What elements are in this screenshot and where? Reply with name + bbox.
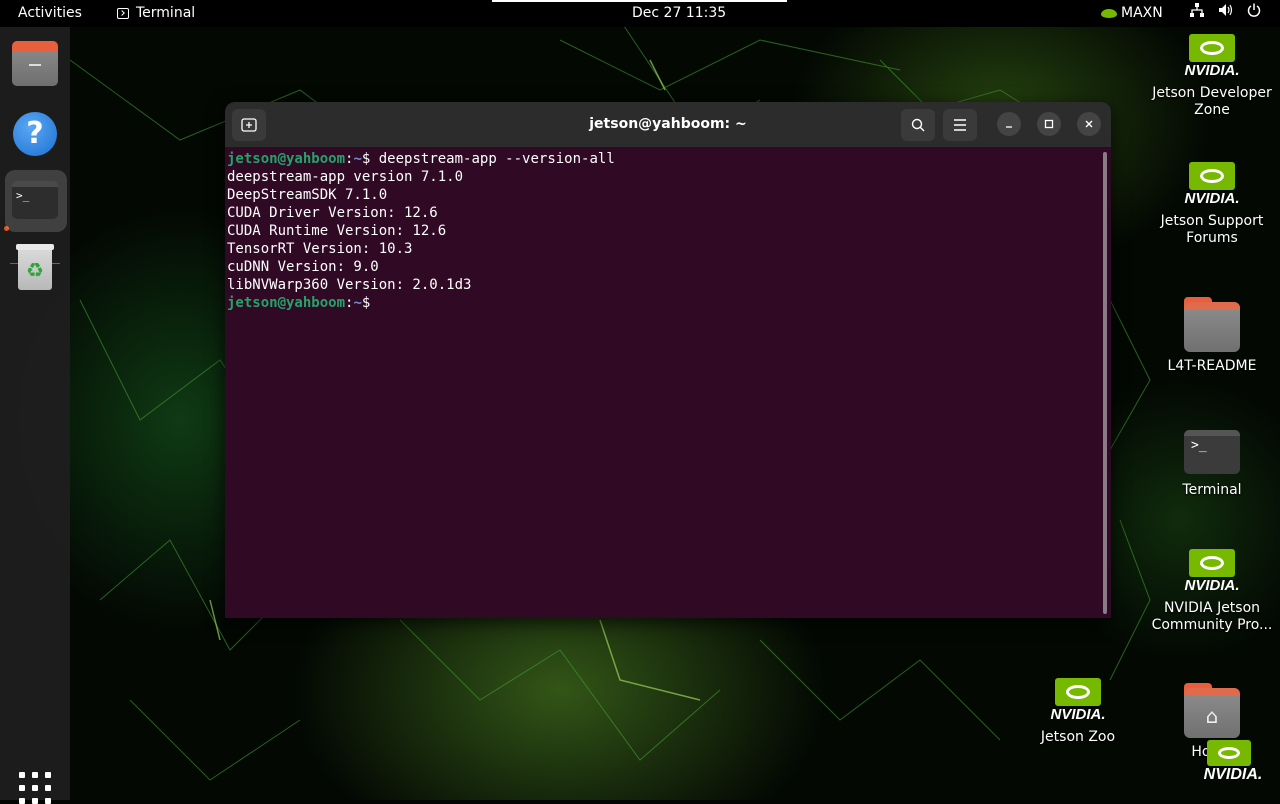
prompt-user: jetson@yahboom	[227, 151, 345, 167]
prompt-path: ~	[353, 295, 361, 311]
output-line: DeepStreamSDK 7.1.0	[227, 186, 1101, 204]
minimize-icon	[1004, 119, 1014, 129]
network-icon	[1190, 0, 1204, 27]
output-line: cuDNN Version: 9.0	[227, 258, 1101, 276]
desktop-icon-l4t-readme[interactable]: L4T-README	[1147, 302, 1277, 375]
output-line: CUDA Driver Version: 12.6	[227, 204, 1101, 222]
terminal-app-icon	[117, 8, 129, 19]
desktop-icon-label: Jetson Zoo	[1013, 729, 1143, 746]
desktop-icon-label: Terminal	[1147, 482, 1277, 499]
nvidia-corner-logo-text: NVIDIA.	[1197, 766, 1269, 784]
power-icon	[1247, 0, 1261, 27]
apps-grid-dot	[45, 785, 51, 791]
trash-icon: ♻	[18, 246, 52, 290]
dock-trash[interactable]: ♻	[5, 239, 67, 301]
dock-terminal[interactable]: >_	[5, 170, 67, 232]
files-icon	[12, 46, 58, 86]
command-line: jetson@yahboom:~$ deepstream-app --versi…	[227, 150, 1101, 168]
terminal-scrollbar[interactable]	[1103, 152, 1107, 614]
prompt-path: ~	[353, 151, 361, 167]
output-line: libNVWarp360 Version: 2.0.1d3	[227, 276, 1101, 294]
power-mode-indicator[interactable]: MAXN	[1101, 0, 1163, 27]
apps-grid-dot	[19, 798, 25, 804]
nvidia-logo-icon: NVIDIA.	[1182, 34, 1242, 80]
home-folder-icon: ⌂	[1184, 688, 1240, 738]
volume-icon	[1218, 0, 1233, 27]
apps-grid-dot	[19, 772, 25, 778]
desktop-icon-jetson-support-forums[interactable]: NVIDIA. Jetson Support Forums	[1147, 162, 1277, 247]
nvidia-logo-text: NVIDIA.	[1182, 62, 1242, 80]
current-prompt: jetson@yahboom:~$	[227, 294, 1101, 312]
desktop-icon-label: Community Pro...	[1147, 617, 1277, 634]
window-title: jetson@yahboom: ~	[225, 102, 1111, 147]
apps-grid-dot	[19, 785, 25, 791]
command-text: deepstream-app --version-all	[379, 151, 615, 167]
apps-grid-dot	[45, 798, 51, 804]
help-icon: ?	[13, 112, 57, 156]
desktop-icon-label: Jetson Support	[1147, 213, 1277, 230]
desktop-icon-jetson-zoo[interactable]: NVIDIA. Jetson Zoo	[1013, 678, 1143, 746]
home-icon: ⌂	[1201, 706, 1223, 726]
prompt-user: jetson@yahboom	[227, 295, 345, 311]
dock: ? >_ ♻	[0, 27, 70, 800]
desktop-icon-label: Zone	[1147, 102, 1277, 119]
apps-grid-dot	[45, 772, 51, 778]
minimize-button[interactable]	[997, 112, 1021, 136]
output-line: CUDA Runtime Version: 12.6	[227, 222, 1101, 240]
nvidia-eye-icon	[1101, 9, 1117, 18]
terminal-icon: >_	[12, 181, 58, 219]
desktop-icon-terminal[interactable]: >_ Terminal	[1147, 430, 1277, 499]
new-tab-icon	[241, 118, 257, 132]
terminal-icon: >_	[1184, 430, 1240, 474]
nvidia-logo-icon: NVIDIA.	[1182, 549, 1242, 595]
apps-grid-dot	[32, 798, 38, 804]
folder-icon	[1184, 302, 1240, 352]
search-button[interactable]	[901, 109, 935, 141]
close-icon	[1084, 119, 1094, 129]
apps-grid-dot	[32, 785, 38, 791]
nvidia-logo-text: NVIDIA.	[1182, 190, 1242, 208]
output-line: TensorRT Version: 10.3	[227, 240, 1101, 258]
nvidia-logo-text: NVIDIA.	[1048, 706, 1108, 724]
menu-button[interactable]	[943, 109, 977, 141]
nvidia-eye-icon	[1207, 740, 1251, 766]
nvidia-corner-logo: NVIDIA.	[1197, 740, 1269, 796]
activities-button[interactable]: Activities	[18, 0, 82, 27]
power-mode-label: MAXN	[1121, 0, 1163, 27]
hamburger-icon	[953, 119, 967, 131]
apps-grid-dot	[32, 772, 38, 778]
maximize-button[interactable]	[1037, 112, 1061, 136]
desktop-icon-label: Forums	[1147, 230, 1277, 247]
maximize-icon	[1044, 119, 1054, 129]
dock-files[interactable]	[5, 36, 67, 98]
desktop-icon-nvidia-jetson-community[interactable]: NVIDIA. NVIDIA Jetson Community Pro...	[1147, 549, 1277, 634]
window-titlebar[interactable]: jetson@yahboom: ~	[225, 102, 1111, 147]
nvidia-logo-icon: NVIDIA.	[1182, 162, 1242, 208]
system-tray[interactable]	[1190, 0, 1261, 27]
terminal-output[interactable]: jetson@yahboom:~$ deepstream-app --versi…	[225, 147, 1101, 618]
terminal-window: jetson@yahboom: ~ jetson@yahboom:~$ deep…	[225, 102, 1111, 618]
top-bar: Activities Terminal Dec 27 11:35 MAXN	[0, 0, 1280, 27]
close-button[interactable]	[1077, 112, 1101, 136]
desktop-icon-label: NVIDIA Jetson	[1147, 600, 1277, 617]
search-icon	[911, 118, 925, 132]
desktop-icon-label: Jetson Developer	[1147, 85, 1277, 102]
new-tab-button[interactable]	[232, 109, 266, 141]
clock[interactable]: Dec 27 11:35	[632, 0, 726, 27]
app-menu[interactable]: Terminal	[117, 0, 195, 27]
nvidia-logo-icon: NVIDIA.	[1048, 678, 1108, 724]
nvidia-logo-text: NVIDIA.	[1182, 577, 1242, 595]
show-apps-button[interactable]	[19, 772, 51, 804]
desktop-icon-label: L4T-README	[1147, 358, 1277, 375]
output-line: deepstream-app version 7.1.0	[227, 168, 1101, 186]
dock-help[interactable]: ?	[5, 104, 67, 166]
app-menu-label: Terminal	[136, 0, 195, 27]
desktop-icon-jetson-developer-zone[interactable]: NVIDIA. Jetson Developer Zone	[1147, 34, 1277, 119]
